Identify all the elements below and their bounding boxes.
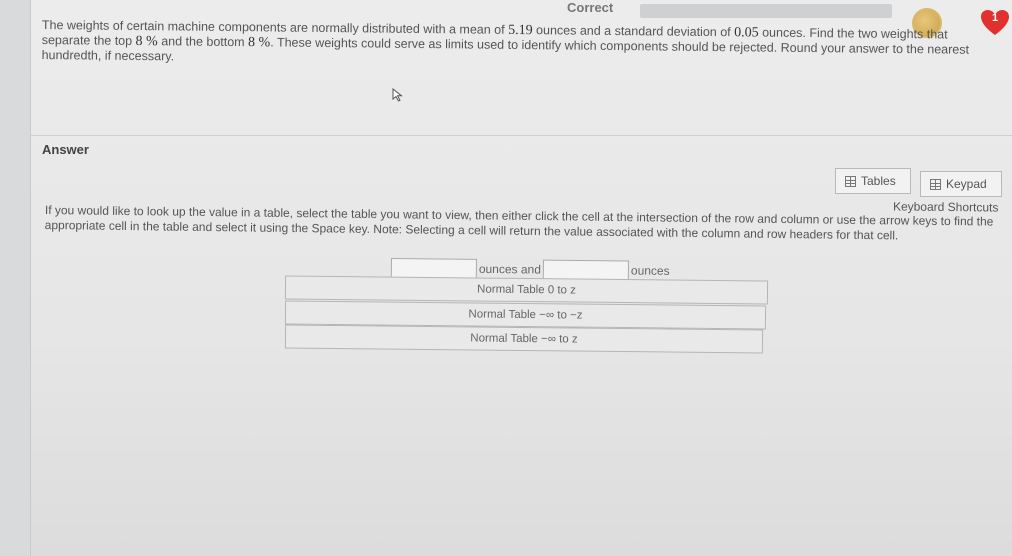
table-icon (845, 175, 856, 187)
lives-count: 1 (991, 12, 999, 24)
status-label: Correct (567, 0, 614, 15)
mean-value: 5.19 (508, 22, 533, 39)
mouse-cursor-icon (392, 87, 404, 107)
section-divider (30, 135, 1012, 136)
top-percent: 8 % (135, 33, 158, 50)
keypad-icon (930, 178, 941, 190)
answer-heading: Answer (42, 142, 89, 157)
question-text-part: and the bottom (157, 34, 249, 50)
question-text-part: ounces and a standard deviation of (532, 23, 735, 40)
keyboard-shortcuts-link[interactable]: Keyboard Shortcuts (893, 199, 999, 214)
normal-table-0-to-z-button[interactable]: Normal Table 0 to z (284, 275, 769, 305)
normal-table-neg-inf-to-z-button[interactable]: Normal Table −∞ to z (284, 324, 764, 354)
sd-value: 0.05 (734, 25, 759, 41)
tables-button[interactable]: Tables (835, 168, 911, 194)
progress-bar (640, 4, 892, 18)
bottom-percent: 8 % (248, 35, 271, 51)
unit-label: ounces and (478, 261, 542, 277)
unit-label: ounces (630, 263, 670, 278)
tables-button-label: Tables (861, 174, 896, 188)
keypad-button[interactable]: Keypad (920, 171, 1002, 197)
keypad-button-label: Keypad (946, 177, 987, 191)
